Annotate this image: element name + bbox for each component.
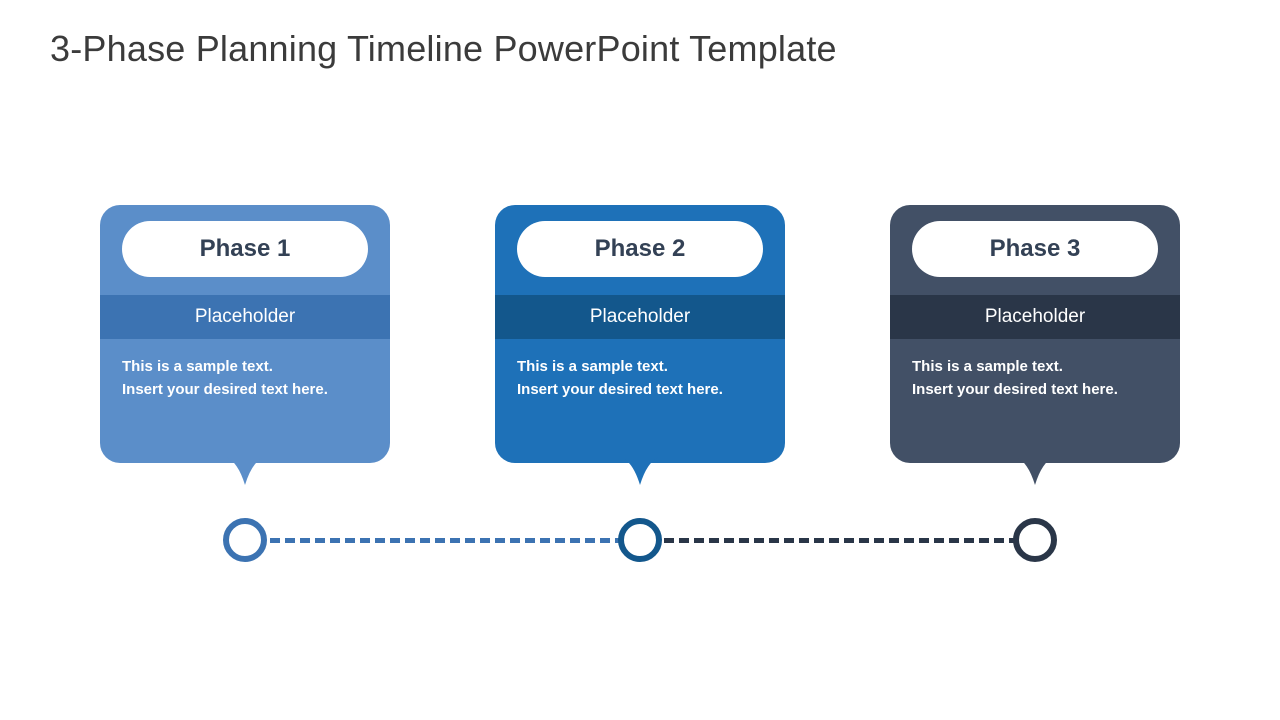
timeline-node-1 — [223, 518, 267, 562]
phase-placeholder-band: Placeholder — [890, 295, 1180, 339]
callout-pointer-icon — [621, 457, 659, 485]
phase-cards-row: Phase 1 Placeholder This is a sample tex… — [100, 205, 1180, 463]
slide: 3-Phase Planning Timeline PowerPoint Tem… — [0, 0, 1280, 720]
timeline-node-2 — [618, 518, 662, 562]
phase-body-line2: Insert your desired text here. — [517, 378, 763, 401]
phase-title-pill: Phase 2 — [517, 221, 763, 277]
phase-body-line1: This is a sample text. — [912, 355, 1158, 378]
phase-body-text: This is a sample text. Insert your desir… — [912, 355, 1158, 402]
timeline-dash-2 — [664, 538, 1034, 543]
callout-pointer-icon — [226, 457, 264, 485]
callout-pointer-icon — [1016, 457, 1054, 485]
phase-card-3: Phase 3 Placeholder This is a sample tex… — [890, 205, 1180, 463]
phase-body-line1: This is a sample text. — [122, 355, 368, 378]
phase-title-pill: Phase 1 — [122, 221, 368, 277]
phase-card-1: Phase 1 Placeholder This is a sample tex… — [100, 205, 390, 463]
phase-title-pill: Phase 3 — [912, 221, 1158, 277]
phase-body-line1: This is a sample text. — [517, 355, 763, 378]
slide-title: 3-Phase Planning Timeline PowerPoint Tem… — [50, 28, 837, 70]
phase-placeholder-band: Placeholder — [100, 295, 390, 339]
timeline — [100, 518, 1180, 578]
timeline-dash-1 — [270, 538, 640, 543]
phase-placeholder-band: Placeholder — [495, 295, 785, 339]
phase-body-line2: Insert your desired text here. — [122, 378, 368, 401]
phase-card-2: Phase 2 Placeholder This is a sample tex… — [495, 205, 785, 463]
phase-body-line2: Insert your desired text here. — [912, 378, 1158, 401]
timeline-node-3 — [1013, 518, 1057, 562]
phase-body-text: This is a sample text. Insert your desir… — [122, 355, 368, 402]
phase-body-text: This is a sample text. Insert your desir… — [517, 355, 763, 402]
